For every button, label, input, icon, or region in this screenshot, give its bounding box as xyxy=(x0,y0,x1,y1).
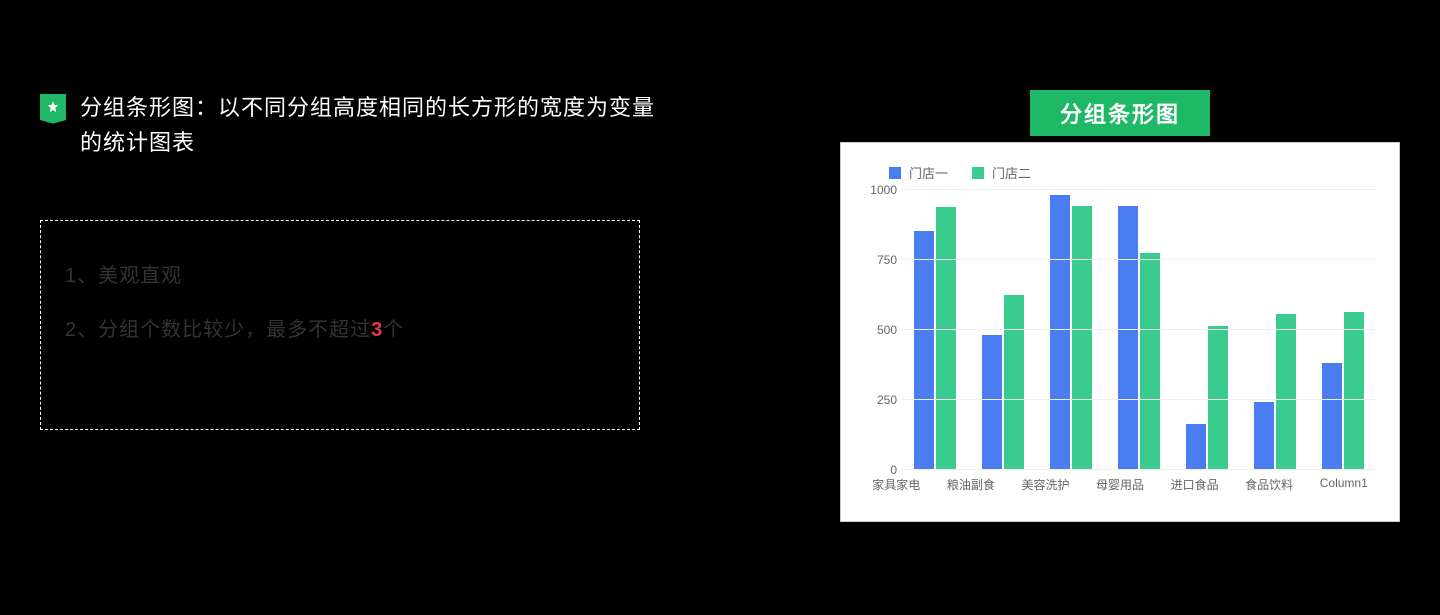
hint-2-suffix: 个 xyxy=(383,319,404,341)
hint-2-highlight: 3 xyxy=(371,319,383,341)
x-tick-label: Column1 xyxy=(1306,476,1381,493)
x-tick-label: 家具家电 xyxy=(859,476,934,493)
title-row: 分组条形图：以不同分组高度相同的长方形的宽度为变量的统计图表 xyxy=(40,90,660,160)
bar xyxy=(1118,206,1138,469)
legend-item-2: 门店二 xyxy=(972,163,1031,182)
bar xyxy=(1072,206,1092,469)
bar xyxy=(1004,295,1024,469)
y-tick-label: 500 xyxy=(859,323,897,337)
y-tick-label: 1000 xyxy=(859,183,897,197)
bar xyxy=(1140,253,1160,469)
legend-item-1: 门店一 xyxy=(889,163,948,182)
grouped-bar-chart: 门店一 门店二 02505007501000 家具家电粮油副食美容洗护母婴用品进… xyxy=(840,142,1400,522)
bar xyxy=(1322,363,1342,469)
gridline xyxy=(901,399,1377,400)
chart-legend: 门店一 门店二 xyxy=(889,163,1381,182)
bar xyxy=(1254,402,1274,469)
chart-title-badge: 分组条形图 xyxy=(1030,90,1210,136)
bar xyxy=(1344,312,1364,469)
bar-group xyxy=(901,207,969,469)
y-tick-label: 0 xyxy=(859,463,897,477)
bar xyxy=(936,207,956,469)
bar xyxy=(982,335,1002,469)
y-tick-label: 750 xyxy=(859,253,897,267)
bar-group xyxy=(1241,314,1309,469)
star-icon xyxy=(40,94,66,120)
bar-group xyxy=(1309,312,1377,469)
plot-area: 02505007501000 xyxy=(901,190,1377,470)
legend-swatch-blue xyxy=(889,167,901,179)
x-tick-label: 进口食品 xyxy=(1157,476,1232,493)
gridline xyxy=(901,259,1377,260)
bar xyxy=(1050,195,1070,469)
bar-group xyxy=(1105,206,1173,469)
x-tick-label: 母婴用品 xyxy=(1083,476,1158,493)
legend-label-2: 门店二 xyxy=(992,163,1031,182)
bar xyxy=(1186,424,1206,469)
hint-2-prefix: 2、分组个数比较少，最多不超过 xyxy=(65,319,371,341)
gridline xyxy=(901,329,1377,330)
bar-group xyxy=(1037,195,1105,469)
x-tick-label: 粮油副食 xyxy=(934,476,1009,493)
x-axis-labels: 家具家电粮油副食美容洗护母婴用品进口食品食品饮料Column1 xyxy=(859,476,1381,493)
legend-label-1: 门店一 xyxy=(909,163,948,182)
bars-area xyxy=(901,190,1377,470)
chart-definition-title: 分组条形图：以不同分组高度相同的长方形的宽度为变量的统计图表 xyxy=(80,90,660,160)
bar-group xyxy=(969,295,1037,469)
bar xyxy=(1208,326,1228,469)
gridline xyxy=(901,189,1377,190)
bar-group xyxy=(1173,326,1241,469)
bar xyxy=(1276,314,1296,469)
y-tick-label: 250 xyxy=(859,393,897,407)
hint-1: 1、美观直观 xyxy=(65,261,615,291)
x-tick-label: 食品饮料 xyxy=(1232,476,1307,493)
hint-2: 2、分组个数比较少，最多不超过3个 xyxy=(65,315,615,345)
usage-hints-box: 1、美观直观 2、分组个数比较少，最多不超过3个 xyxy=(40,220,640,430)
bar xyxy=(914,231,934,469)
legend-swatch-green xyxy=(972,167,984,179)
x-tick-label: 美容洗护 xyxy=(1008,476,1083,493)
gridline xyxy=(901,469,1377,470)
